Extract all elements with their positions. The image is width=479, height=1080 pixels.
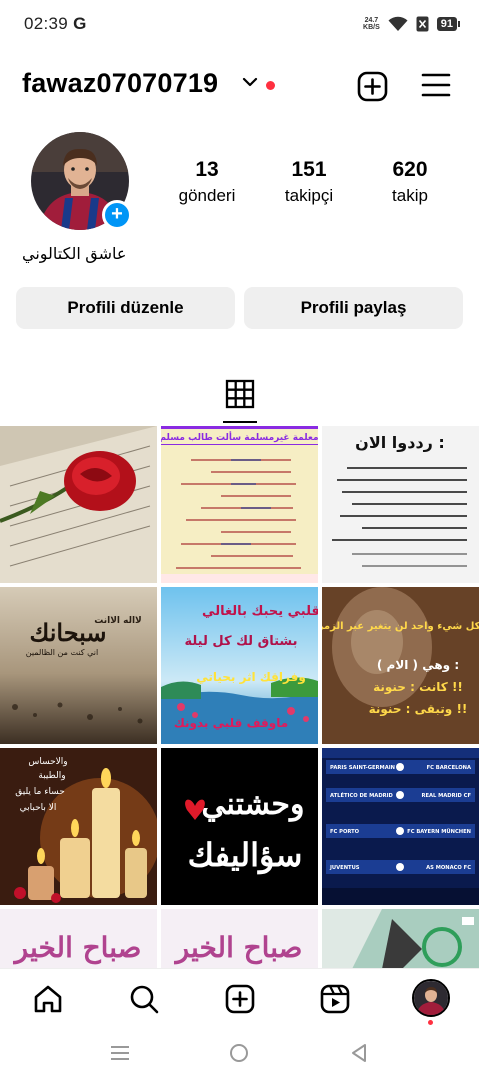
post-caption-text: صباح الخير	[13, 931, 142, 965]
post-caption-text: صباح الخير	[174, 931, 303, 965]
add-story-icon[interactable]: +	[102, 200, 132, 230]
recent-apps-icon[interactable]	[110, 1043, 130, 1063]
plus-square-icon[interactable]	[357, 71, 388, 102]
notification-dot	[266, 81, 275, 90]
team-name-text: FC BARCELONA	[427, 765, 471, 771]
team-name-text: JUVENTUS	[329, 865, 360, 871]
post-caption-text: وتبقى : حنونة !!	[369, 702, 468, 717]
profile-header: fawaz07070719	[0, 66, 479, 106]
posts-stat: 13 gönderi	[178, 158, 236, 205]
hamburger-icon[interactable]	[421, 72, 451, 98]
post-caption-text: كل شيء واحد لن يتغير عبر الزمن !!	[322, 621, 479, 632]
home-icon[interactable]	[32, 983, 64, 1015]
post-caption-text: وفراقك اثر بحياتي	[196, 670, 306, 685]
grid-tile[interactable]: صباح الخير	[0, 909, 157, 969]
create-icon[interactable]	[224, 983, 256, 1015]
post-caption-text: الا باحبابي	[20, 803, 57, 813]
search-icon[interactable]	[128, 983, 160, 1015]
grid-tile[interactable]: صباح الخير	[161, 909, 318, 969]
grid-tile[interactable]: قلبي يحبك بالغالي بشتاق لك كل ليلة وفراق…	[161, 587, 318, 744]
reels-icon[interactable]	[319, 983, 351, 1015]
team-name-text: ATLÉTICO DE MADRID	[330, 791, 394, 799]
network-speed: 24.7 KB/S	[363, 17, 380, 31]
post-caption-text: وحشتني	[202, 787, 305, 822]
tab-posts-grid[interactable]	[223, 378, 257, 424]
home-button-icon[interactable]	[229, 1043, 249, 1063]
post-caption-text: سبحانك	[29, 618, 106, 647]
post-caption-text: والطيبة	[38, 771, 65, 781]
status-bar: 02:39 G 24.7 KB/S 91	[0, 0, 479, 52]
battery-icon: 91	[436, 17, 461, 31]
notification-dot	[428, 1020, 433, 1025]
followers-stat[interactable]: 151 takipçi	[272, 158, 346, 206]
team-name-text: PARIS SAINT-GERMAIN	[330, 765, 395, 771]
chevron-down-icon[interactable]	[242, 76, 258, 88]
post-caption-text: كانت : حنونة !!	[373, 680, 463, 695]
team-name-text: FC PORTO	[330, 829, 360, 835]
post-caption-text: قلبي يحبك بالغالي	[202, 604, 318, 619]
grid-tile[interactable]: وحشتني سؤاليفك	[161, 748, 318, 905]
team-name-text: FC BAYERN MÜNCHEN	[407, 828, 471, 835]
grid-tile[interactable]: كل شيء واحد لن يتغير عبر الزمن !! وهي ( …	[322, 587, 479, 744]
profile-tab-avatar[interactable]	[412, 979, 450, 1017]
post-caption-text: ماوقف قلبي بدونك	[174, 716, 288, 731]
username-switcher[interactable]: fawaz07070719	[22, 68, 218, 99]
back-icon[interactable]	[350, 1043, 368, 1063]
tab-underline	[223, 421, 257, 423]
team-name-text: AS MONACO FC	[426, 865, 471, 871]
post-caption-text: والاحساس	[28, 757, 67, 767]
grid-tile[interactable]: PARIS SAINT-GERMAIN FC BARCELONA ATLÉTIC…	[322, 748, 479, 905]
grid-icon	[225, 379, 255, 409]
post-caption-text: رددوا الان :	[355, 433, 445, 452]
share-profile-button[interactable]: Profili paylaş	[244, 287, 463, 329]
grid-tile[interactable]: معلمة غيرمسلمة سألت طالب مسلم	[161, 426, 318, 583]
post-caption-text: معلمة غيرمسلمة سألت طالب مسلم	[161, 431, 318, 443]
wifi-icon	[388, 16, 408, 31]
post-caption-text: اني كنت من الظالمين	[26, 648, 98, 657]
status-time: 02:39 G	[24, 14, 87, 33]
status-icons: 24.7 KB/S 91	[363, 16, 461, 32]
post-caption-text: سؤاليفك	[188, 836, 303, 875]
grid-tile[interactable]	[322, 909, 479, 969]
no-sim-icon	[416, 16, 429, 32]
grid-tile[interactable]	[0, 426, 157, 583]
grid-tile[interactable]: رددوا الان :	[322, 426, 479, 583]
edit-profile-button[interactable]: Profili düzenle	[16, 287, 235, 329]
post-caption-text: حساء ما يليق	[15, 787, 65, 797]
grid-tile[interactable]: والاحساس والطيبة حساء ما يليق الا باحباب…	[0, 748, 157, 905]
carrier-icon: G	[73, 14, 87, 33]
bottom-nav	[0, 968, 479, 1026]
profile-avatar[interactable]: +	[31, 132, 132, 230]
following-stat[interactable]: 620 takip	[378, 158, 442, 206]
grid-tile[interactable]: لااله الاانت سبحانك اني كنت من الظالمين	[0, 587, 157, 744]
post-caption-text: وهي ( الام ) :	[377, 658, 459, 673]
post-caption-text: بشتاق لك كل ليلة	[184, 634, 297, 649]
system-navigation-bar	[0, 1026, 479, 1080]
team-name-text: REAL MADRID CF	[421, 793, 471, 799]
display-name: عاشق الكتالوني	[22, 246, 127, 263]
